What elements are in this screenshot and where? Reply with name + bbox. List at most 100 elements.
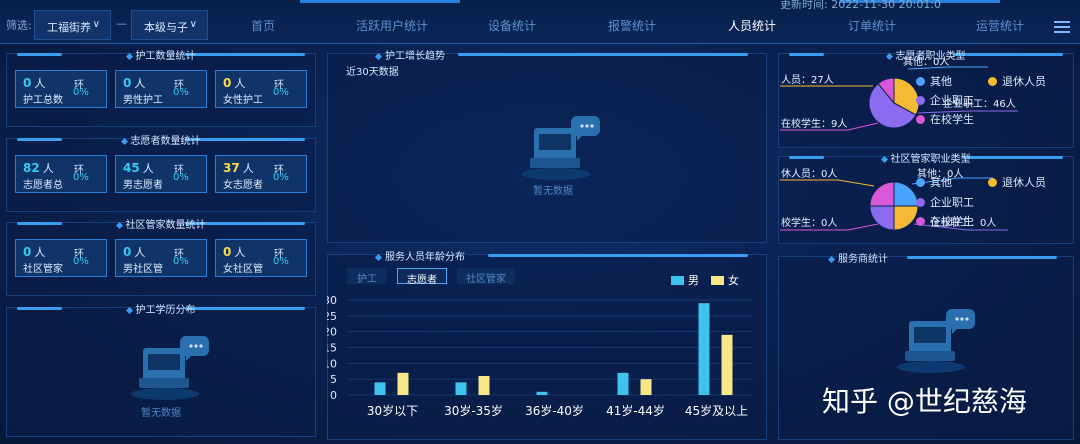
empty-text: 暂无数据 [533,186,573,197]
legend-label: 女 [728,273,739,287]
bar-male [455,382,467,395]
stat-card: 37 人女志愿者环 0% [215,155,307,193]
y-tick-label: 20 [327,326,337,339]
pie-slice [893,181,919,207]
stat-label: 社区管家 [23,264,63,275]
scope-select-value: 本级与子 [144,21,188,34]
legend-item-retired: 退休人员 [988,73,1046,89]
pie-callout: 校学生：0人 [781,218,838,229]
x-tick-label: 41岁-44岁 [606,403,665,418]
chevron-down-icon: ∨ [189,19,197,30]
panel-title: 护工增长趋势 [385,51,445,62]
stat-label: 志愿者总 [23,180,63,191]
street-select-value: 工福街养 [47,21,91,34]
panel-title: 护工数量统计 [135,51,196,62]
stat-label: 男社区管 [123,264,163,275]
y-tick-label: 30 [327,294,337,307]
x-tick-label: 45岁及以上 [685,403,748,418]
stat-card: 45 人男志愿者环 0% [115,155,207,193]
bar-male [374,382,386,395]
legend-swatch [671,276,684,285]
stat-value: 0人 [223,245,246,259]
panel-title: 志愿者职业类型 [895,51,966,62]
stat-card: 82 人志愿者总环 0% [15,155,107,193]
empty-data-icon [522,116,600,180]
pie-slice [869,205,895,231]
nav-active-users[interactable]: 活跃用户统计 [356,17,428,34]
stat-value: 0人 [123,245,146,259]
caregiver-count-panel: 护工数量统计 0 人护工总数环 0% 0 人男性护工环 0% 0 人女性护工环 0% [6,51,316,127]
stat-value: 0人 [23,245,46,259]
stat-label: 男性护工 [123,95,163,106]
bar-female [721,334,733,395]
stat-card: 0 人女性护工环 0% [215,70,307,108]
panel-title: 志愿者数量统计 [130,136,201,147]
stat-value: 37 人 [223,161,254,175]
legend-item-other: 其他 [916,73,952,89]
nav-operations[interactable]: 运营统计 [976,17,1024,34]
update-time: 更新时间: 2022-11-30 20:01:0 [780,0,942,11]
panel-title: 社区管家数量统计 [125,220,206,231]
stat-value: 45 人 [123,161,154,175]
stat-value: 0人 [23,76,46,90]
legend-item-other: 其他 [916,174,952,190]
x-tick-label: 30岁以下 [367,403,418,418]
stat-card: 0 人男性护工环 0% [115,70,207,108]
nav-personnel[interactable]: 人员统计 [728,17,776,34]
manager-count-panel: 社区管家数量统计 0 人社区管家环 0% 0 人男社区管环 0% 0 人女社区管环 0% [6,220,316,296]
bar-female [478,376,490,395]
legend-item-student: 在校学生 [916,111,974,127]
stat-card: 0 人社区管家环 0% [15,239,107,277]
scope-select[interactable]: 本级与子 ∨ [131,10,208,40]
y-tick-label: 15 [327,342,337,355]
empty-data-icon [131,336,209,400]
stat-label: 男志愿者 [123,180,163,191]
x-tick-label: 30岁-35岁 [444,403,503,418]
x-tick-label: 36岁-40岁 [525,403,584,418]
age-bar-chart: 30 25 20 15 10 5 0 30岁以下 30岁-35岁 36岁-40岁 41岁-44岁 45… [327,273,752,418]
volunteer-count-panel: 志愿者数量统计 82 人志愿者总环 0% 45 人男志愿者环 0% 37 人女志愿者环 0% [6,136,316,212]
y-tick-label: 0 [330,389,337,402]
legend-item-retired: 退休人员 [988,174,1046,190]
nav-home[interactable]: 首页 [251,17,275,34]
bar-male [536,391,548,395]
y-tick-label: 5 [330,373,337,386]
pie-callout: 人员：27人 [781,75,834,86]
menu-icon[interactable] [1054,21,1070,36]
pie-callout: 在校学生：9人 [781,119,848,130]
top-decoration [300,0,460,3]
stat-label: 女志愿者 [223,180,263,191]
pie-slice [893,205,919,231]
stat-label: 女社区管 [223,264,263,275]
street-select[interactable]: 工福街养 ∨ [34,10,111,40]
stat-card: 0 人护工总数环 0% [15,70,107,108]
filter-separator: — [116,17,127,30]
empty-text: 暂无数据 [141,408,181,419]
bar-male [698,303,710,395]
nav-devices[interactable]: 设备统计 [488,17,536,34]
stat-label: 女性护工 [223,95,263,106]
chevron-down-icon: ∨ [92,19,100,30]
legend-item-student: 在校学生 [916,213,974,229]
bar-female [640,379,652,395]
trend-subtitle: 近30天数据 [346,67,399,78]
stat-value: 0人 [123,76,146,90]
panel-title: 护工学历分布 [135,305,196,316]
legend-item-employee: 企业职工 [916,194,974,210]
y-tick-label: 25 [327,310,337,323]
pie-callout: 休人员：0人 [781,169,838,180]
filter-label: 筛选: [6,19,32,32]
stat-value: 82 人 [23,161,54,175]
panel-title: 服务人员年龄分布 [385,252,465,263]
legend-swatch [711,276,724,285]
panel-title: 社区管家职业类型 [890,154,971,165]
nav-alarms[interactable]: 报警统计 [608,17,656,34]
stat-label: 护工总数 [23,95,63,106]
nav-orders[interactable]: 订单统计 [848,17,896,34]
empty-data-icon [897,309,975,373]
watermark: 知乎 @世纪慈海 [822,385,1027,418]
stat-card: 0 人男社区管环 0% [115,239,207,277]
leader-line [780,179,875,187]
stat-card: 0 人女社区管环 0% [215,239,307,277]
bar-male [617,372,629,395]
